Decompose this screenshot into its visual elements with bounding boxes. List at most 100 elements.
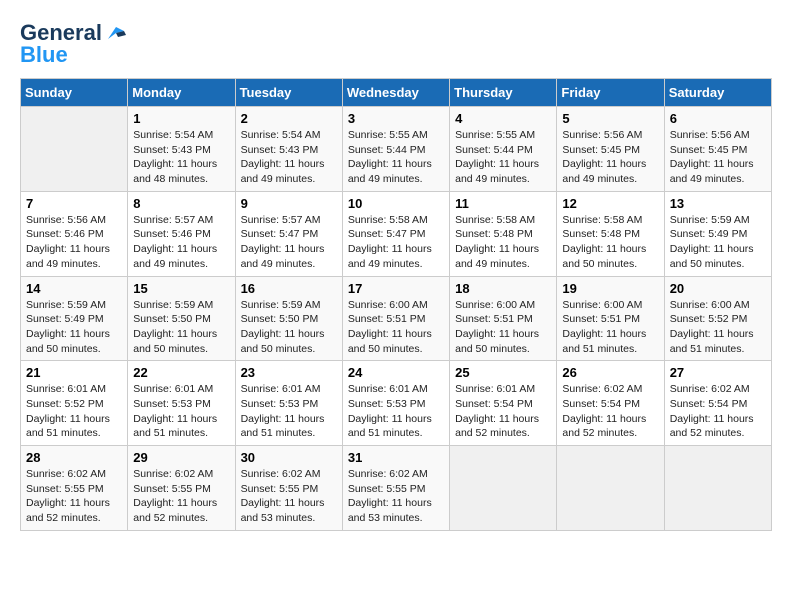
calendar-week-3: 14 Sunrise: 5:59 AM Sunset: 5:49 PM Dayli…: [21, 276, 772, 361]
day-info: Sunrise: 6:01 AM Sunset: 5:53 PM Dayligh…: [133, 382, 229, 441]
day-info: Sunrise: 5:59 AM Sunset: 5:50 PM Dayligh…: [241, 298, 337, 357]
calendar-cell: [450, 446, 557, 531]
day-info: Sunrise: 5:55 AM Sunset: 5:44 PM Dayligh…: [348, 128, 444, 187]
header-cell-saturday: Saturday: [664, 79, 771, 107]
day-number: 9: [241, 196, 337, 211]
calendar-cell: 25 Sunrise: 6:01 AM Sunset: 5:54 PM Dayli…: [450, 361, 557, 446]
day-info: Sunrise: 5:54 AM Sunset: 5:43 PM Dayligh…: [241, 128, 337, 187]
day-number: 7: [26, 196, 122, 211]
calendar-cell: 31 Sunrise: 6:02 AM Sunset: 5:55 PM Dayli…: [342, 446, 449, 531]
calendar-body: 1 Sunrise: 5:54 AM Sunset: 5:43 PM Daylig…: [21, 107, 772, 531]
calendar-cell: 3Sunrise: 5:55 AM Sunset: 5:44 PM Daylig…: [342, 107, 449, 192]
day-number: 1: [133, 111, 229, 126]
calendar-cell: [21, 107, 128, 192]
day-number: 8: [133, 196, 229, 211]
day-number: 28: [26, 450, 122, 465]
day-number: 6: [670, 111, 766, 126]
page-header: General Blue: [20, 20, 772, 68]
header-cell-tuesday: Tuesday: [235, 79, 342, 107]
day-number: 16: [241, 281, 337, 296]
header-cell-sunday: Sunday: [21, 79, 128, 107]
day-info: Sunrise: 6:01 AM Sunset: 5:53 PM Dayligh…: [348, 382, 444, 441]
day-info: Sunrise: 6:02 AM Sunset: 5:54 PM Dayligh…: [562, 382, 658, 441]
header-cell-monday: Monday: [128, 79, 235, 107]
calendar-cell: 21Sunrise: 6:01 AM Sunset: 5:52 PM Dayli…: [21, 361, 128, 446]
calendar-cell: 24 Sunrise: 6:01 AM Sunset: 5:53 PM Dayli…: [342, 361, 449, 446]
day-info: Sunrise: 5:59 AM Sunset: 5:50 PM Dayligh…: [133, 298, 229, 357]
calendar-cell: 16 Sunrise: 5:59 AM Sunset: 5:50 PM Dayli…: [235, 276, 342, 361]
day-info: Sunrise: 5:59 AM Sunset: 5:49 PM Dayligh…: [26, 298, 122, 357]
calendar-cell: 19 Sunrise: 6:00 AM Sunset: 5:51 PM Dayli…: [557, 276, 664, 361]
logo: General Blue: [20, 20, 126, 68]
calendar-cell: 29 Sunrise: 6:02 AM Sunset: 5:55 PM Dayli…: [128, 446, 235, 531]
day-info: Sunrise: 6:00 AM Sunset: 5:51 PM Dayligh…: [348, 298, 444, 357]
day-info: Sunrise: 5:58 AM Sunset: 5:48 PM Dayligh…: [455, 213, 551, 272]
day-number: 18: [455, 281, 551, 296]
day-number: 30: [241, 450, 337, 465]
calendar-cell: 9 Sunrise: 5:57 AM Sunset: 5:47 PM Daylig…: [235, 191, 342, 276]
day-number: 27: [670, 365, 766, 380]
calendar-cell: [664, 446, 771, 531]
calendar-week-1: 1 Sunrise: 5:54 AM Sunset: 5:43 PM Daylig…: [21, 107, 772, 192]
calendar-cell: 20 Sunrise: 6:00 AM Sunset: 5:52 PM Dayli…: [664, 276, 771, 361]
calendar-cell: 11 Sunrise: 5:58 AM Sunset: 5:48 PM Dayli…: [450, 191, 557, 276]
day-info: Sunrise: 6:02 AM Sunset: 5:55 PM Dayligh…: [133, 467, 229, 526]
day-info: Sunrise: 6:01 AM Sunset: 5:53 PM Dayligh…: [241, 382, 337, 441]
calendar-week-2: 7 Sunrise: 5:56 AM Sunset: 5:46 PM Daylig…: [21, 191, 772, 276]
calendar-header: SundayMondayTuesdayWednesdayThursdayFrid…: [21, 79, 772, 107]
day-number: 2: [241, 111, 337, 126]
day-number: 25: [455, 365, 551, 380]
day-number: 26: [562, 365, 658, 380]
header-cell-wednesday: Wednesday: [342, 79, 449, 107]
day-info: Sunrise: 5:58 AM Sunset: 5:47 PM Dayligh…: [348, 213, 444, 272]
day-info: Sunrise: 6:02 AM Sunset: 5:55 PM Dayligh…: [241, 467, 337, 526]
day-number: 11: [455, 196, 551, 211]
day-number: 5: [562, 111, 658, 126]
calendar-cell: 6Sunrise: 5:56 AM Sunset: 5:45 PM Daylig…: [664, 107, 771, 192]
calendar-cell: 14 Sunrise: 5:59 AM Sunset: 5:49 PM Dayli…: [21, 276, 128, 361]
day-number: 29: [133, 450, 229, 465]
day-number: 15: [133, 281, 229, 296]
calendar-cell: [557, 446, 664, 531]
day-info: Sunrise: 5:56 AM Sunset: 5:45 PM Dayligh…: [562, 128, 658, 187]
day-number: 21: [26, 365, 122, 380]
calendar-week-5: 28 Sunrise: 6:02 AM Sunset: 5:55 PM Dayli…: [21, 446, 772, 531]
day-info: Sunrise: 6:02 AM Sunset: 5:54 PM Dayligh…: [670, 382, 766, 441]
day-info: Sunrise: 6:00 AM Sunset: 5:52 PM Dayligh…: [670, 298, 766, 357]
calendar-cell: 23Sunrise: 6:01 AM Sunset: 5:53 PM Dayli…: [235, 361, 342, 446]
logo-blue: Blue: [20, 42, 68, 68]
day-number: 17: [348, 281, 444, 296]
day-info: Sunrise: 6:02 AM Sunset: 5:55 PM Dayligh…: [26, 467, 122, 526]
day-info: Sunrise: 5:56 AM Sunset: 5:46 PM Dayligh…: [26, 213, 122, 272]
day-info: Sunrise: 6:01 AM Sunset: 5:54 PM Dayligh…: [455, 382, 551, 441]
calendar-cell: 30 Sunrise: 6:02 AM Sunset: 5:55 PM Dayli…: [235, 446, 342, 531]
day-number: 12: [562, 196, 658, 211]
day-number: 20: [670, 281, 766, 296]
day-number: 31: [348, 450, 444, 465]
calendar-cell: 15 Sunrise: 5:59 AM Sunset: 5:50 PM Dayli…: [128, 276, 235, 361]
calendar-cell: 10 Sunrise: 5:58 AM Sunset: 5:47 PM Dayli…: [342, 191, 449, 276]
calendar-cell: 22Sunrise: 6:01 AM Sunset: 5:53 PM Dayli…: [128, 361, 235, 446]
header-cell-friday: Friday: [557, 79, 664, 107]
calendar-week-4: 21Sunrise: 6:01 AM Sunset: 5:52 PM Dayli…: [21, 361, 772, 446]
day-number: 24: [348, 365, 444, 380]
calendar-cell: 4Sunrise: 5:55 AM Sunset: 5:44 PM Daylig…: [450, 107, 557, 192]
calendar-cell: 17 Sunrise: 6:00 AM Sunset: 5:51 PM Dayli…: [342, 276, 449, 361]
day-number: 13: [670, 196, 766, 211]
day-number: 10: [348, 196, 444, 211]
day-number: 19: [562, 281, 658, 296]
calendar-cell: 26 Sunrise: 6:02 AM Sunset: 5:54 PM Dayli…: [557, 361, 664, 446]
day-info: Sunrise: 5:58 AM Sunset: 5:48 PM Dayligh…: [562, 213, 658, 272]
calendar-cell: 27 Sunrise: 6:02 AM Sunset: 5:54 PM Dayli…: [664, 361, 771, 446]
calendar-cell: 12 Sunrise: 5:58 AM Sunset: 5:48 PM Dayli…: [557, 191, 664, 276]
day-info: Sunrise: 5:57 AM Sunset: 5:47 PM Dayligh…: [241, 213, 337, 272]
header-row: SundayMondayTuesdayWednesdayThursdayFrid…: [21, 79, 772, 107]
day-info: Sunrise: 5:55 AM Sunset: 5:44 PM Dayligh…: [455, 128, 551, 187]
day-info: Sunrise: 6:00 AM Sunset: 5:51 PM Dayligh…: [562, 298, 658, 357]
calendar-cell: 2 Sunrise: 5:54 AM Sunset: 5:43 PM Daylig…: [235, 107, 342, 192]
day-number: 14: [26, 281, 122, 296]
header-cell-thursday: Thursday: [450, 79, 557, 107]
calendar-cell: 18Sunrise: 6:00 AM Sunset: 5:51 PM Dayli…: [450, 276, 557, 361]
day-info: Sunrise: 6:02 AM Sunset: 5:55 PM Dayligh…: [348, 467, 444, 526]
calendar-cell: 13Sunrise: 5:59 AM Sunset: 5:49 PM Dayli…: [664, 191, 771, 276]
